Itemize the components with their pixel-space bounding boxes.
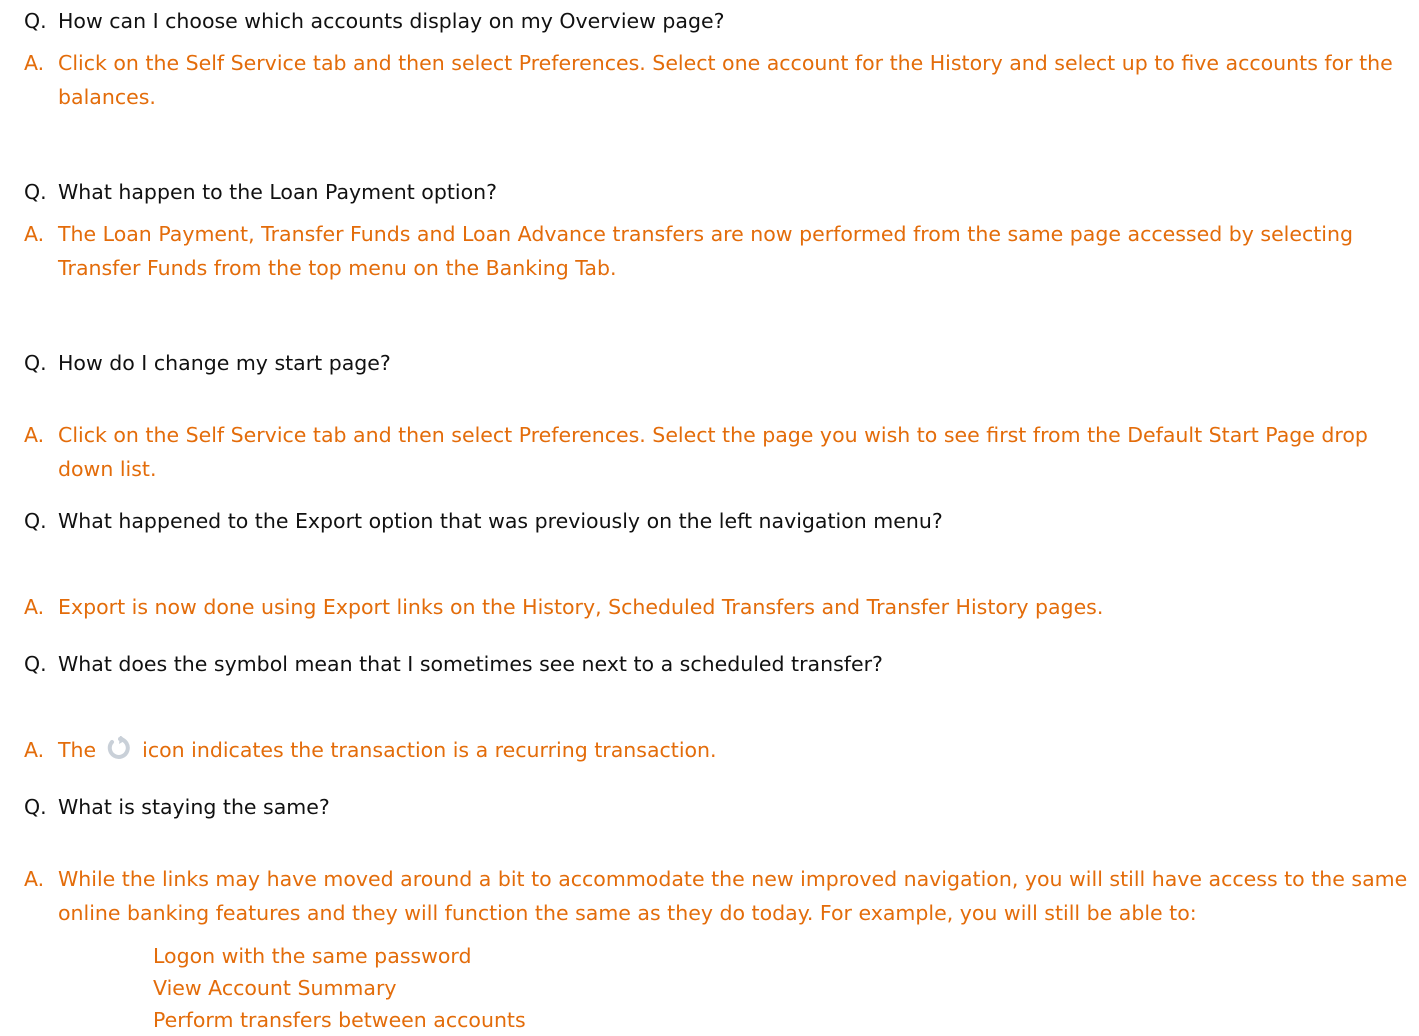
list-item: Perform transfers between accounts [153,1008,526,1032]
answer-text: Export is now done using Export links on… [58,595,1104,619]
answer-text: The icon indicates the transaction is a r… [58,733,1414,767]
recurring-icon [106,735,134,760]
question-text: What happen to the Loan Payment option? [58,180,497,204]
faq-answer-2: A. The Loan Payment, Transfer Funds and … [24,217,1414,285]
answer-text: The Loan Payment, Transfer Funds and Loa… [58,222,1353,280]
faq-answer-5: A. The icon indicates the transaction is … [24,733,1414,767]
still-available-list: Logon with the same password View Accoun… [153,940,526,1036]
faq-question-3: Q. How do I change my start page? [24,346,1414,380]
answer-text-before-icon: The [58,738,97,762]
faq-question-1: Q. How can I choose which accounts displ… [24,4,1414,38]
question-prefix: Q. [24,509,47,533]
question-prefix: Q. [24,9,47,33]
answer-prefix: A. [24,51,45,75]
question-text: What does the symbol mean that I sometim… [58,652,883,676]
faq-question-5: Q. What does the symbol mean that I some… [24,647,1414,681]
answer-text: Click on the Self Service tab and then s… [58,51,1393,109]
faq-question-6: Q. What is staying the same? [24,790,1414,824]
answer-prefix: A. [24,222,45,246]
list-item: View Account Summary [153,976,397,1000]
faq-question-2: Q. What happen to the Loan Payment optio… [24,175,1414,209]
question-text: What is staying the same? [58,795,330,819]
faq-page: Q. How can I choose which accounts displ… [0,0,1419,1032]
question-prefix: Q. [24,795,47,819]
answer-text-after-icon: icon indicates the transaction is a recu… [142,738,717,762]
question-prefix: Q. [24,180,47,204]
question-text: How do I change my start page? [58,351,391,375]
question-text: What happened to the Export option that … [58,509,943,533]
question-prefix: Q. [24,652,47,676]
list-item: Logon with the same password [153,944,472,968]
answer-prefix: A. [24,423,45,447]
faq-answer-3: A. Click on the Self Service tab and the… [24,418,1414,486]
faq-answer-4: A. Export is now done using Export links… [24,590,1414,624]
faq-answer-1: A. Click on the Self Service tab and the… [24,46,1414,114]
answer-text: Click on the Self Service tab and then s… [58,423,1368,481]
question-text: How can I choose which accounts display … [58,9,725,33]
answer-prefix: A. [24,867,45,891]
answer-prefix: A. [24,595,45,619]
faq-answer-6: A. While the links may have moved around… [24,862,1414,930]
answer-text: While the links may have moved around a … [58,867,1408,925]
faq-question-4: Q. What happened to the Export option th… [24,504,1414,538]
question-prefix: Q. [24,351,47,375]
answer-prefix: A. [24,738,45,762]
